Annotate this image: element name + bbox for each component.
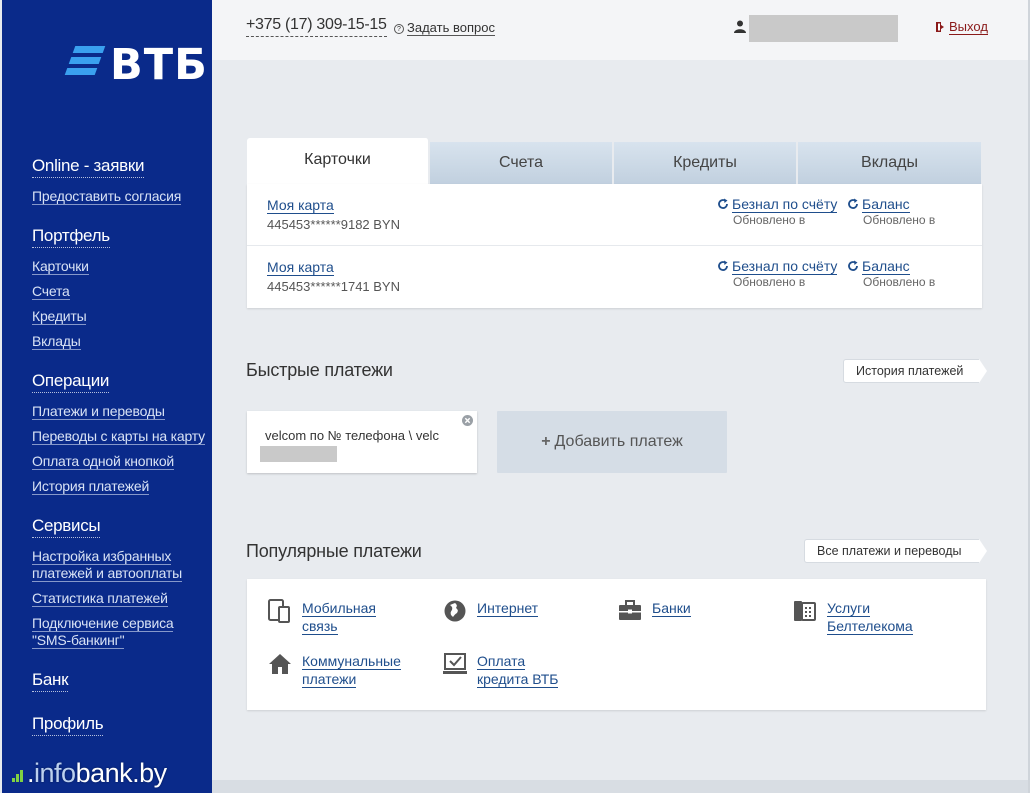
- sidebar-item-accounts[interactable]: Счета: [32, 283, 70, 300]
- nav-group-operations: Операции Платежи и переводы Переводы с к…: [32, 371, 212, 495]
- logo-stripes-icon: [64, 46, 106, 78]
- sidebar-item-favorites-autopay[interactable]: Настройка избранных платежей и автооплат…: [32, 548, 182, 582]
- card-row: Моя карта 445453******1741 BYN Безнал по…: [247, 246, 982, 308]
- infobank-watermark: .infobank.by: [12, 758, 167, 789]
- briefcase-icon: [619, 600, 641, 620]
- sidebar-item-one-click-pay[interactable]: Оплата одной кнопкой: [32, 453, 174, 470]
- house-icon: [269, 654, 291, 674]
- nav-group-bank: Банк: [32, 670, 212, 692]
- bottom-bar: [212, 780, 1030, 793]
- card-number: 445453******9182 BYN: [267, 217, 400, 232]
- quick-payment-card[interactable]: velcom по № телефона \ velc: [247, 411, 477, 473]
- sidebar-item-deposits[interactable]: Вклады: [32, 333, 81, 350]
- quick-payment-value-redacted: [260, 446, 337, 462]
- nav-group-services: Сервисы Настройка избранных платежей и а…: [32, 516, 212, 649]
- card-number: 445453******1741 BYN: [267, 279, 400, 294]
- nav-title-bank[interactable]: Банк: [32, 670, 69, 692]
- tab-cards[interactable]: Карточки: [247, 138, 429, 184]
- noncash-balance-action[interactable]: Безнал по счёту Обновлено в: [717, 258, 838, 289]
- popular-payments-panel: Мобильная связь Интернет Банки Услуги Белт…: [247, 579, 986, 710]
- tab-credits[interactable]: Кредиты: [614, 142, 797, 184]
- exit-icon: [936, 22, 944, 32]
- question-icon: ?: [394, 24, 404, 34]
- sidebar-item-payment-stats[interactable]: Статистика платежей: [32, 590, 168, 607]
- nav-group-online: Online - заявки Предоставить согласия: [32, 156, 212, 205]
- user-name-redacted: [749, 15, 898, 42]
- all-payments-button[interactable]: Все платежи и переводы: [804, 539, 987, 563]
- refresh-icon: [848, 260, 858, 271]
- quick-payment-label: velcom по № телефона \ velc: [265, 428, 439, 443]
- sidebar-item-payments-transfers[interactable]: Платежи и переводы: [32, 403, 165, 420]
- nav-title-profile[interactable]: Профиль: [32, 714, 104, 736]
- card-row: Моя карта 445453******9182 BYN Безнал по…: [247, 184, 982, 246]
- globe-icon: [444, 600, 466, 622]
- card-name-link[interactable]: Моя карта: [267, 259, 334, 276]
- sidebar-nav: Online - заявки Предоставить согласия По…: [32, 156, 212, 736]
- tab-deposits[interactable]: Вклады: [798, 142, 982, 184]
- refresh-icon: [848, 198, 858, 209]
- nav-group-portfolio: Портфель Карточки Счета Кредиты Вклады: [32, 226, 212, 350]
- sidebar-item-cards[interactable]: Карточки: [32, 258, 89, 275]
- nav-title-portfolio[interactable]: Портфель: [32, 226, 110, 248]
- sidebar-item-payment-history[interactable]: История платежей: [32, 478, 149, 495]
- vtb-logo[interactable]: ВТБ: [64, 40, 207, 98]
- sidebar-item-consents[interactable]: Предоставить согласия: [32, 188, 181, 205]
- tab-accounts[interactable]: Счета: [430, 142, 613, 184]
- header: +375 (17) 309-15-15 ? Задать вопрос Выход: [212, 0, 1030, 60]
- monitor-check-icon: [443, 653, 467, 674]
- cards-panel: Моя карта 445453******9182 BYN Безнал по…: [247, 184, 982, 308]
- ask-question-link[interactable]: ? Задать вопрос: [394, 20, 495, 36]
- sidebar: ВТБ Online - заявки Предоставить согласи…: [2, 0, 212, 793]
- brand-name: ВТБ: [110, 40, 208, 90]
- close-icon[interactable]: [462, 415, 473, 426]
- user-icon: [734, 20, 746, 33]
- phone-icon: [794, 601, 816, 621]
- logout-link[interactable]: Выход: [936, 19, 988, 35]
- nav-title-online[interactable]: Online - заявки: [32, 156, 144, 178]
- sidebar-item-card-to-card[interactable]: Переводы с карты на карту: [32, 428, 205, 445]
- balance-action[interactable]: Баланс Обновлено в: [847, 196, 935, 227]
- nav-title-services[interactable]: Сервисы: [32, 516, 101, 538]
- refresh-icon: [718, 198, 728, 209]
- plus-icon: +: [541, 433, 551, 450]
- mobile-icon: [268, 599, 290, 623]
- nav-title-operations[interactable]: Операции: [32, 371, 109, 393]
- phone-number[interactable]: +375 (17) 309-15-15: [246, 16, 387, 37]
- sidebar-item-credits[interactable]: Кредиты: [32, 308, 87, 325]
- nav-group-profile: Профиль: [32, 714, 212, 736]
- signal-bars-icon: [12, 758, 24, 789]
- product-tabs: Карточки Счета Кредиты Вклады: [247, 138, 982, 184]
- noncash-balance-action[interactable]: Безнал по счёту Обновлено в: [717, 196, 838, 227]
- sidebar-item-sms-banking[interactable]: Подключение сервиса "SMS-банкинг": [32, 615, 174, 649]
- quick-payments-title: Быстрые платежи: [246, 360, 393, 380]
- popular-payments-title: Популярные платежи: [246, 541, 422, 561]
- card-name-link[interactable]: Моя карта: [267, 197, 334, 214]
- refresh-icon: [718, 260, 728, 271]
- add-payment-button[interactable]: + Добавить платеж: [497, 411, 727, 473]
- balance-action[interactable]: Баланс Обновлено в: [847, 258, 935, 289]
- payment-history-button[interactable]: История платежей: [843, 359, 987, 383]
